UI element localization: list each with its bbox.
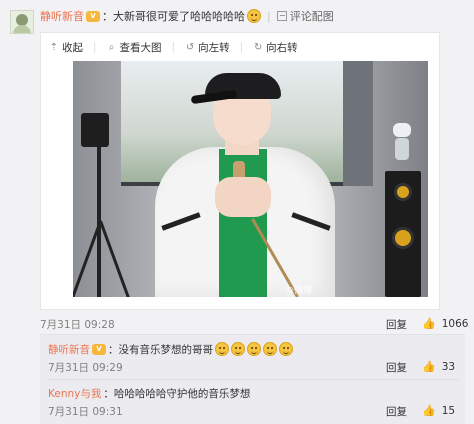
rotate-left-button[interactable]: ↺ 向左转 bbox=[185, 40, 230, 55]
speaker-woofer bbox=[392, 227, 414, 249]
photo-robot-toy bbox=[391, 123, 413, 163]
comment-card: 静听新音 V ：大新哥很可爱了哈哈哈哈哈 | 评论配图 ⇡ 收起 | ⌕ 查看大… bbox=[0, 0, 474, 424]
comment-photo[interactable]: @微博 bbox=[73, 61, 428, 297]
comment-username[interactable]: 静听新音 bbox=[40, 8, 84, 24]
comment-meta: 7月31日 09:28 回复 👍 1066 bbox=[40, 317, 468, 332]
thumbs-up-icon: 👍 bbox=[422, 404, 436, 417]
photo-speaker bbox=[385, 171, 421, 297]
collapse-label: 收起 bbox=[62, 41, 83, 54]
view-large-label: 查看大图 bbox=[119, 41, 162, 54]
photo-watermark: @微博 bbox=[285, 286, 313, 296]
like-count: 15 bbox=[441, 404, 456, 417]
like-button[interactable]: 👍 33 bbox=[422, 360, 455, 373]
avatar[interactable] bbox=[10, 10, 34, 34]
vip-badge-icon: V bbox=[92, 343, 106, 355]
sub-reply-date: 7月31日 09:31 bbox=[48, 406, 123, 418]
photo-camera-tripod bbox=[73, 101, 133, 297]
like-count: 33 bbox=[441, 360, 456, 373]
thumbs-up-icon: 👍 bbox=[422, 360, 436, 373]
rotate-left-label: 向左转 bbox=[198, 41, 230, 54]
tripod-leg bbox=[99, 220, 133, 297]
sub-reply-date: 7月31日 09:29 bbox=[48, 362, 123, 374]
sub-reply-username[interactable]: 静听新音 bbox=[48, 342, 90, 357]
avatar-body-shape bbox=[13, 25, 31, 33]
reply-button[interactable]: 回复 bbox=[386, 404, 407, 419]
sub-reply-meta: 7月31日 09:31 回复 👍 15 bbox=[48, 404, 460, 418]
comment-header: 静听新音 V ：大新哥很可爱了哈哈哈哈哈 | 评论配图 bbox=[40, 8, 334, 24]
sub-reply-text: ：没有音乐梦想的哥哥 bbox=[108, 343, 213, 356]
magnify-icon: ⌕ bbox=[108, 41, 115, 53]
like-button[interactable]: 👍 1066 bbox=[422, 317, 468, 330]
toolbar-separator: | bbox=[171, 41, 176, 53]
camera-body bbox=[81, 113, 109, 147]
photo-tv-edge bbox=[343, 61, 373, 186]
like-count: 1066 bbox=[441, 317, 469, 330]
like-button[interactable]: 👍 15 bbox=[422, 404, 455, 417]
singer-hands bbox=[215, 177, 271, 217]
rotate-left-icon: ↺ bbox=[185, 41, 195, 53]
robot-head bbox=[393, 123, 411, 137]
comment-date: 7月31日 09:28 bbox=[40, 319, 115, 331]
sub-reply-meta: 7月31日 09:29 回复 👍 33 bbox=[48, 360, 460, 374]
comment-image-link[interactable]: 评论配图 bbox=[290, 8, 334, 24]
laugh-emoji-icon bbox=[279, 342, 293, 356]
sub-reply: Kenny与我 ：哈哈哈哈哈守护他的音乐梦想 7月31日 09:31 回复 👍 … bbox=[48, 385, 460, 419]
laugh-emoji-icon bbox=[215, 342, 229, 356]
rotate-right-icon: ↻ bbox=[253, 41, 263, 53]
separator: | bbox=[267, 9, 271, 23]
comment-text: ：大新哥很可爱了哈哈哈哈哈 bbox=[102, 10, 245, 23]
sub-reply-text: ：哈哈哈哈哈守护他的音乐梦想 bbox=[103, 387, 251, 400]
image-icon bbox=[276, 11, 287, 21]
tripod-pole bbox=[97, 131, 101, 297]
vip-badge-icon: V bbox=[86, 10, 100, 22]
toolbar-separator: | bbox=[239, 41, 244, 53]
sub-reply-header: 静听新音 V ：没有音乐梦想的哥哥 bbox=[48, 341, 460, 357]
rotate-right-label: 向右转 bbox=[266, 41, 298, 54]
laugh-emoji-icon bbox=[263, 342, 277, 356]
reply-button[interactable]: 回复 bbox=[386, 317, 407, 332]
collapse-button[interactable]: ⇡ 收起 bbox=[49, 40, 83, 55]
laugh-emoji-icon bbox=[247, 9, 261, 23]
divider bbox=[48, 379, 460, 380]
toolbar-separator: | bbox=[93, 41, 97, 53]
image-toolbar: ⇡ 收起 | ⌕ 查看大图 | ↺ 向左转 | ↻ 向右转 bbox=[49, 39, 308, 55]
speaker-tweeter bbox=[394, 183, 412, 201]
rotate-right-button[interactable]: ↻ 向右转 bbox=[253, 40, 298, 55]
thumbs-up-icon: 👍 bbox=[422, 317, 436, 330]
collapse-icon: ⇡ bbox=[49, 41, 59, 53]
sub-reply-username[interactable]: Kenny与我 bbox=[48, 386, 101, 401]
sub-replies: 静听新音 V ：没有音乐梦想的哥哥 7月31日 09:29 回复 👍 33 Ke… bbox=[40, 334, 465, 424]
laugh-emoji-icon bbox=[247, 342, 261, 356]
robot-body bbox=[395, 138, 409, 160]
laugh-emoji-icon bbox=[231, 342, 245, 356]
view-large-button[interactable]: ⌕ 查看大图 bbox=[107, 40, 162, 55]
reply-button[interactable]: 回复 bbox=[386, 360, 407, 375]
photo-singer bbox=[155, 69, 335, 297]
image-viewer: ⇡ 收起 | ⌕ 查看大图 | ↺ 向左转 | ↻ 向右转 @微博 bbox=[40, 32, 440, 310]
sub-reply: 静听新音 V ：没有音乐梦想的哥哥 7月31日 09:29 回复 👍 33 bbox=[48, 341, 460, 374]
sub-reply-header: Kenny与我 ：哈哈哈哈哈守护他的音乐梦想 bbox=[48, 385, 460, 401]
